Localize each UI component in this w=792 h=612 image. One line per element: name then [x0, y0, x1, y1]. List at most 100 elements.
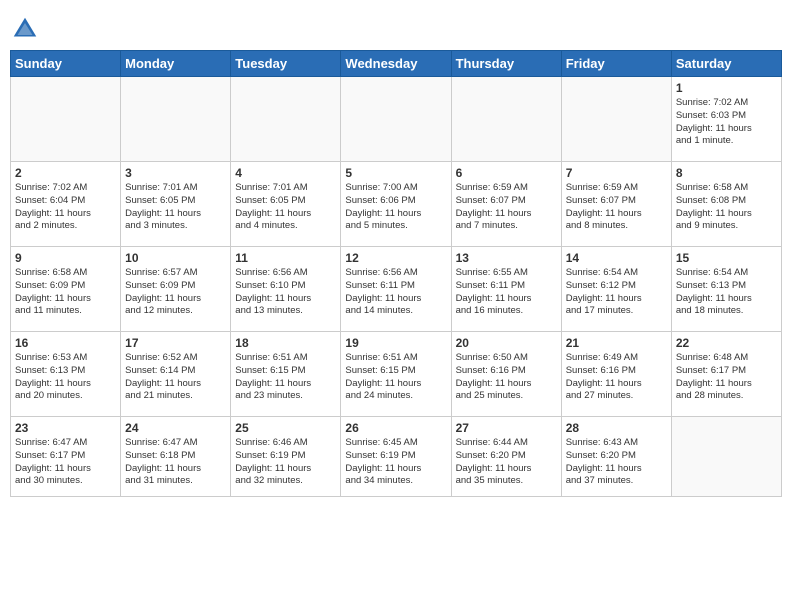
- day-number: 11: [235, 251, 336, 265]
- weekday-header-sunday: Sunday: [11, 51, 121, 77]
- day-info: Sunrise: 6:56 AM Sunset: 6:10 PM Dayligh…: [235, 267, 336, 318]
- calendar-cell: 11 Sunrise: 6:56 AM Sunset: 6:10 PM Dayli…: [231, 247, 341, 332]
- day-info: Sunrise: 6:57 AM Sunset: 6:09 PM Dayligh…: [125, 267, 226, 318]
- calendar-cell: 6 Sunrise: 6:59 AM Sunset: 6:07 PM Daylig…: [451, 162, 561, 247]
- day-info: Sunrise: 6:46 AM Sunset: 6:19 PM Dayligh…: [235, 437, 336, 488]
- calendar-cell: 19 Sunrise: 6:51 AM Sunset: 6:15 PM Dayli…: [341, 332, 451, 417]
- day-info: Sunrise: 6:55 AM Sunset: 6:11 PM Dayligh…: [456, 267, 557, 318]
- week-row-4: 16 Sunrise: 6:53 AM Sunset: 6:13 PM Dayli…: [11, 332, 782, 417]
- calendar-cell: 16 Sunrise: 6:53 AM Sunset: 6:13 PM Dayli…: [11, 332, 121, 417]
- day-number: 15: [676, 251, 777, 265]
- calendar-cell: [341, 77, 451, 162]
- day-number: 25: [235, 421, 336, 435]
- day-number: 22: [676, 336, 777, 350]
- calendar-cell: 21 Sunrise: 6:49 AM Sunset: 6:16 PM Dayli…: [561, 332, 671, 417]
- day-info: Sunrise: 6:48 AM Sunset: 6:17 PM Dayligh…: [676, 352, 777, 403]
- day-info: Sunrise: 6:59 AM Sunset: 6:07 PM Dayligh…: [456, 182, 557, 233]
- calendar-cell: [121, 77, 231, 162]
- day-number: 10: [125, 251, 226, 265]
- day-number: 23: [15, 421, 116, 435]
- day-number: 21: [566, 336, 667, 350]
- day-number: 16: [15, 336, 116, 350]
- day-number: 28: [566, 421, 667, 435]
- day-number: 27: [456, 421, 557, 435]
- day-info: Sunrise: 6:58 AM Sunset: 6:08 PM Dayligh…: [676, 182, 777, 233]
- calendar-cell: 20 Sunrise: 6:50 AM Sunset: 6:16 PM Dayli…: [451, 332, 561, 417]
- weekday-header-monday: Monday: [121, 51, 231, 77]
- calendar-cell: 9 Sunrise: 6:58 AM Sunset: 6:09 PM Daylig…: [11, 247, 121, 332]
- calendar-cell: 10 Sunrise: 6:57 AM Sunset: 6:09 PM Dayli…: [121, 247, 231, 332]
- day-info: Sunrise: 6:58 AM Sunset: 6:09 PM Dayligh…: [15, 267, 116, 318]
- day-info: Sunrise: 6:50 AM Sunset: 6:16 PM Dayligh…: [456, 352, 557, 403]
- calendar-cell: [231, 77, 341, 162]
- calendar-cell: 3 Sunrise: 7:01 AM Sunset: 6:05 PM Daylig…: [121, 162, 231, 247]
- day-info: Sunrise: 6:52 AM Sunset: 6:14 PM Dayligh…: [125, 352, 226, 403]
- calendar-cell: 8 Sunrise: 6:58 AM Sunset: 6:08 PM Daylig…: [671, 162, 781, 247]
- day-number: 19: [345, 336, 446, 350]
- day-info: Sunrise: 6:51 AM Sunset: 6:15 PM Dayligh…: [345, 352, 446, 403]
- calendar-cell: 23 Sunrise: 6:47 AM Sunset: 6:17 PM Dayli…: [11, 417, 121, 497]
- calendar-cell: [561, 77, 671, 162]
- day-number: 12: [345, 251, 446, 265]
- day-number: 26: [345, 421, 446, 435]
- calendar-cell: 5Sunrise: 7:00 AM Sunset: 6:06 PM Daylig…: [341, 162, 451, 247]
- day-number: 8: [676, 166, 777, 180]
- day-number: 3: [125, 166, 226, 180]
- page-header: [10, 10, 782, 44]
- week-row-2: 2Sunrise: 7:02 AM Sunset: 6:04 PM Daylig…: [11, 162, 782, 247]
- day-number: 13: [456, 251, 557, 265]
- day-number: 14: [566, 251, 667, 265]
- day-info: Sunrise: 6:47 AM Sunset: 6:17 PM Dayligh…: [15, 437, 116, 488]
- day-info: Sunrise: 6:45 AM Sunset: 6:19 PM Dayligh…: [345, 437, 446, 488]
- day-number: 20: [456, 336, 557, 350]
- day-number: 24: [125, 421, 226, 435]
- day-number: 5: [345, 166, 446, 180]
- calendar-cell: 1 Sunrise: 7:02 AM Sunset: 6:03 PM Daylig…: [671, 77, 781, 162]
- calendar-cell: 24 Sunrise: 6:47 AM Sunset: 6:18 PM Dayli…: [121, 417, 231, 497]
- day-info: Sunrise: 6:44 AM Sunset: 6:20 PM Dayligh…: [456, 437, 557, 488]
- calendar-cell: 17 Sunrise: 6:52 AM Sunset: 6:14 PM Dayli…: [121, 332, 231, 417]
- day-info: Sunrise: 6:49 AM Sunset: 6:16 PM Dayligh…: [566, 352, 667, 403]
- calendar-cell: 12 Sunrise: 6:56 AM Sunset: 6:11 PM Dayli…: [341, 247, 451, 332]
- calendar-cell: [11, 77, 121, 162]
- calendar-cell: [671, 417, 781, 497]
- weekday-header-saturday: Saturday: [671, 51, 781, 77]
- day-info: Sunrise: 7:02 AM Sunset: 6:03 PM Dayligh…: [676, 97, 777, 148]
- weekday-header-friday: Friday: [561, 51, 671, 77]
- week-row-5: 23 Sunrise: 6:47 AM Sunset: 6:17 PM Dayli…: [11, 417, 782, 497]
- day-info: Sunrise: 7:02 AM Sunset: 6:04 PM Dayligh…: [15, 182, 116, 233]
- calendar-table: SundayMondayTuesdayWednesdayThursdayFrid…: [10, 50, 782, 497]
- day-info: Sunrise: 7:01 AM Sunset: 6:05 PM Dayligh…: [125, 182, 226, 233]
- calendar-cell: [451, 77, 561, 162]
- day-info: Sunrise: 7:01 AM Sunset: 6:05 PM Dayligh…: [235, 182, 336, 233]
- day-number: 1: [676, 81, 777, 95]
- day-info: Sunrise: 6:59 AM Sunset: 6:07 PM Dayligh…: [566, 182, 667, 233]
- day-number: 17: [125, 336, 226, 350]
- weekday-header-row: SundayMondayTuesdayWednesdayThursdayFrid…: [11, 51, 782, 77]
- day-number: 4: [235, 166, 336, 180]
- calendar-cell: 15Sunrise: 6:54 AM Sunset: 6:13 PM Dayli…: [671, 247, 781, 332]
- calendar-cell: 7 Sunrise: 6:59 AM Sunset: 6:07 PM Daylig…: [561, 162, 671, 247]
- weekday-header-tuesday: Tuesday: [231, 51, 341, 77]
- day-number: 18: [235, 336, 336, 350]
- day-info: Sunrise: 6:56 AM Sunset: 6:11 PM Dayligh…: [345, 267, 446, 318]
- weekday-header-thursday: Thursday: [451, 51, 561, 77]
- day-number: 6: [456, 166, 557, 180]
- day-number: 9: [15, 251, 116, 265]
- calendar-cell: 13 Sunrise: 6:55 AM Sunset: 6:11 PM Dayli…: [451, 247, 561, 332]
- logo: [10, 14, 42, 44]
- weekday-header-wednesday: Wednesday: [341, 51, 451, 77]
- calendar-cell: 22 Sunrise: 6:48 AM Sunset: 6:17 PM Dayli…: [671, 332, 781, 417]
- calendar-cell: 26 Sunrise: 6:45 AM Sunset: 6:19 PM Dayli…: [341, 417, 451, 497]
- day-info: Sunrise: 6:53 AM Sunset: 6:13 PM Dayligh…: [15, 352, 116, 403]
- calendar-cell: 25 Sunrise: 6:46 AM Sunset: 6:19 PM Dayli…: [231, 417, 341, 497]
- day-info: Sunrise: 6:51 AM Sunset: 6:15 PM Dayligh…: [235, 352, 336, 403]
- calendar-cell: 18 Sunrise: 6:51 AM Sunset: 6:15 PM Dayli…: [231, 332, 341, 417]
- calendar-cell: 27 Sunrise: 6:44 AM Sunset: 6:20 PM Dayli…: [451, 417, 561, 497]
- day-info: Sunrise: 6:47 AM Sunset: 6:18 PM Dayligh…: [125, 437, 226, 488]
- week-row-3: 9 Sunrise: 6:58 AM Sunset: 6:09 PM Daylig…: [11, 247, 782, 332]
- day-number: 7: [566, 166, 667, 180]
- calendar-cell: 4 Sunrise: 7:01 AM Sunset: 6:05 PM Daylig…: [231, 162, 341, 247]
- day-info: Sunrise: 6:54 AM Sunset: 6:12 PM Dayligh…: [566, 267, 667, 318]
- calendar-cell: 14 Sunrise: 6:54 AM Sunset: 6:12 PM Dayli…: [561, 247, 671, 332]
